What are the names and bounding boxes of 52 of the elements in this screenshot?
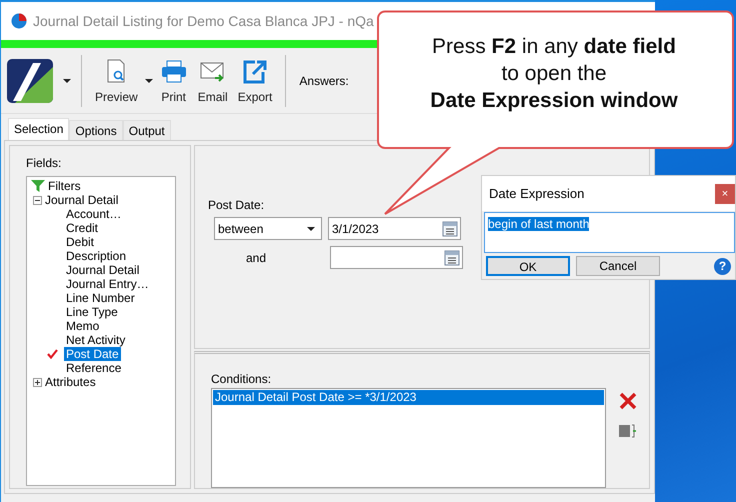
list-insert-icon[interactable] <box>618 423 636 439</box>
caret-icon[interactable] <box>144 78 153 82</box>
expression-field[interactable]: begin of last month <box>484 212 735 253</box>
condition-item[interactable]: Journal Detail Post Date >= *3/1/2023 <box>213 390 604 405</box>
tree-item[interactable]: Post Date <box>64 347 121 361</box>
post-date-label: Post Date: <box>208 197 266 214</box>
collapse-icon[interactable] <box>33 196 42 204</box>
tab[interactable]: Options <box>69 120 123 140</box>
funnel-icon <box>31 180 45 192</box>
tab[interactable]: Output <box>122 120 171 140</box>
tree-item[interactable]: Reference <box>64 361 124 375</box>
calendar-icon[interactable] <box>444 250 460 266</box>
calendar-icon[interactable] <box>442 220 458 236</box>
printer-icon <box>160 58 188 84</box>
window-title: Journal Detail Listing for Demo Casa Blanca JPJ - nQa <box>33 12 374 31</box>
callout-text: Press F2 in any date field to open the Date Expression window <box>429 34 679 114</box>
toolbar-button[interactable]: Email <box>194 58 231 104</box>
tree-item[interactable]: Journal Detail <box>45 193 118 207</box>
tree-item[interactable]: Line Type <box>64 305 120 319</box>
caret-icon[interactable] <box>63 78 71 82</box>
cancel-button[interactable]: Cancel <box>576 256 660 276</box>
tree-item[interactable]: Journal Entry… <box>64 277 151 291</box>
fields-label: Fields: <box>26 155 62 172</box>
tree-item[interactable]: Debit <box>64 235 96 249</box>
tree-item[interactable]: Memo <box>64 319 102 333</box>
tree-item[interactable]: Journal Detail <box>64 263 142 277</box>
tab[interactable]: Selection <box>8 118 70 140</box>
toolbar-button[interactable]: Print <box>156 58 191 104</box>
toolbar-button[interactable]: Export <box>234 58 276 104</box>
tree-item[interactable]: Line Number <box>64 291 137 305</box>
tree-item[interactable]: Account… <box>64 207 124 221</box>
close-icon[interactable] <box>618 391 638 411</box>
ok-button[interactable]: OK <box>486 256 570 276</box>
tree-item[interactable]: Net Activity <box>64 333 128 347</box>
tree-item[interactable]: Attributes <box>45 375 96 389</box>
conditions-label: Conditions: <box>211 371 272 388</box>
tree-item[interactable]: Description <box>64 249 128 263</box>
date-field[interactable]: 3/1/2023 <box>328 217 461 240</box>
tree-item[interactable]: Credit <box>64 221 100 235</box>
and-label: and <box>245 250 268 266</box>
date-field[interactable] <box>330 246 463 269</box>
tree-item[interactable]: Filters <box>48 179 81 193</box>
toolbar-button[interactable]: Preview <box>92 58 141 104</box>
dialog-title: Date Expression <box>489 184 584 203</box>
app-pie-icon <box>11 13 27 29</box>
expand-icon[interactable] <box>33 378 42 386</box>
app-logo-icon[interactable] <box>7 58 53 102</box>
answers-label: Answers: <box>299 72 349 90</box>
close-button[interactable]: × <box>715 184 735 204</box>
operator-dropdown[interactable]: between <box>214 217 322 240</box>
help-icon[interactable]: ? <box>714 258 731 274</box>
export-arrow-icon <box>241 58 270 84</box>
